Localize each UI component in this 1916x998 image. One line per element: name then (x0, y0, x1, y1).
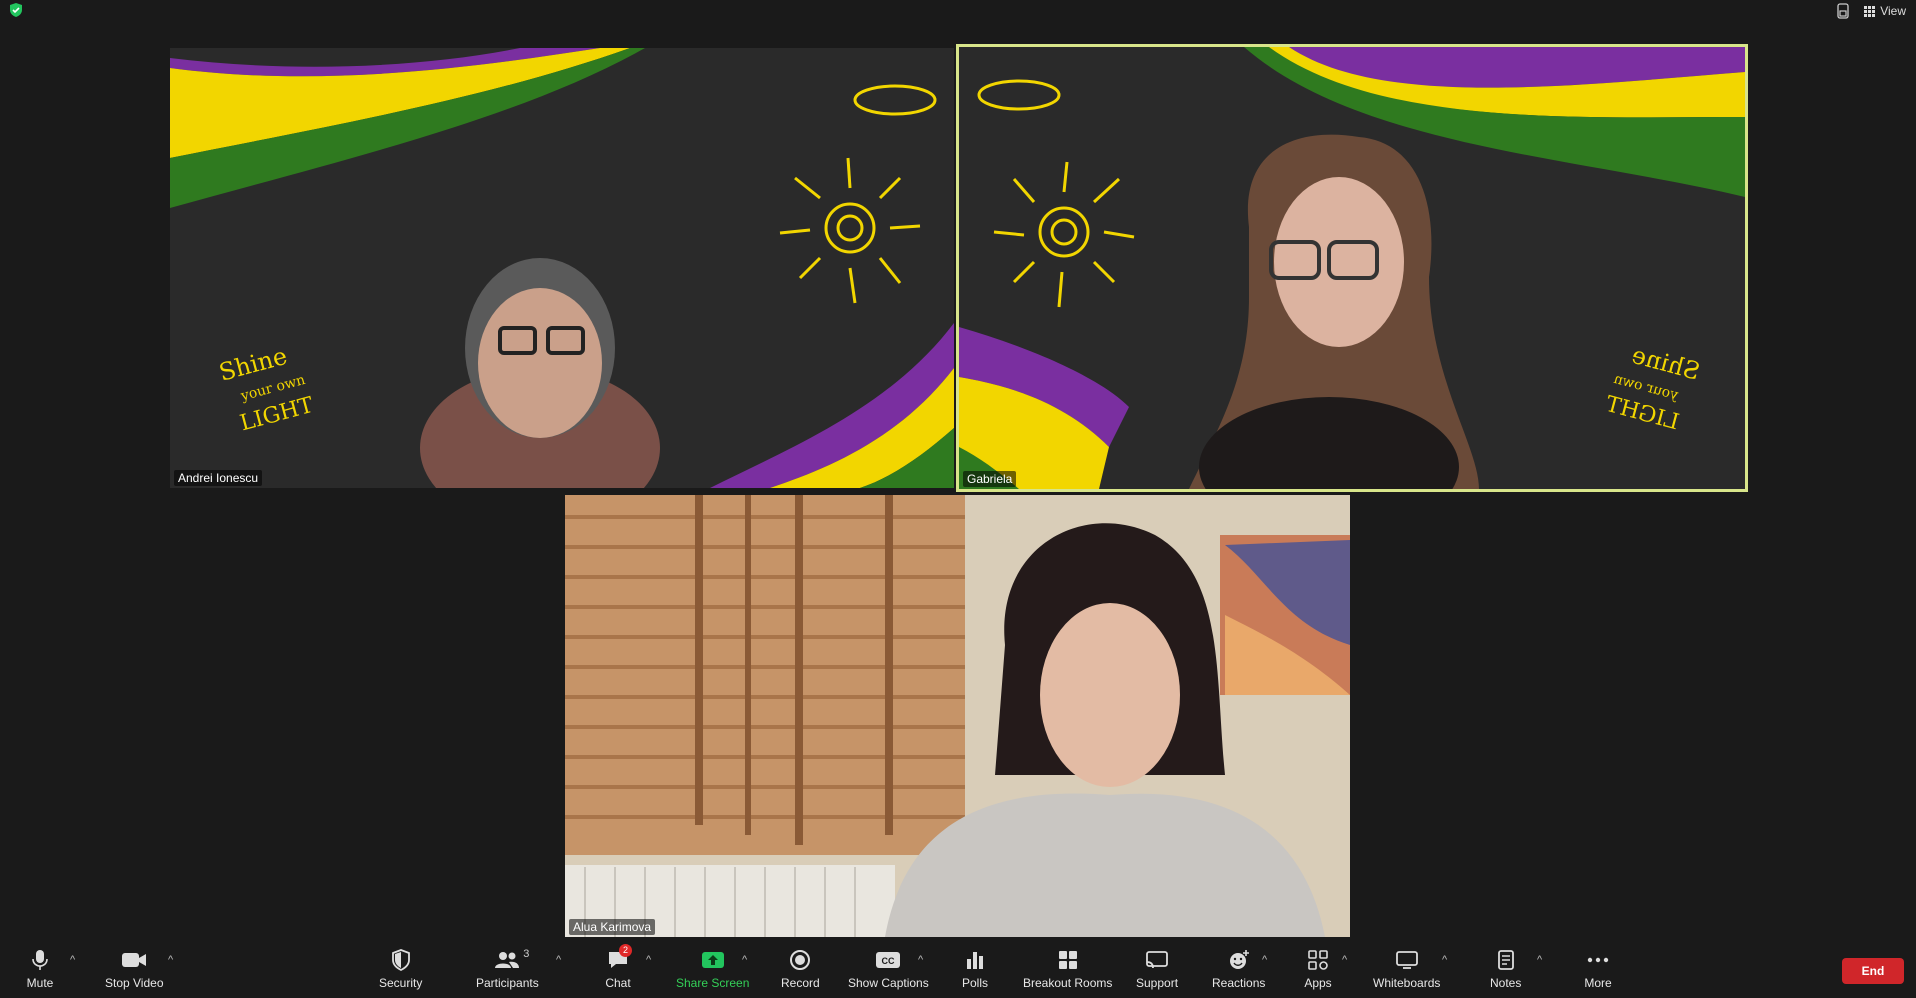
reactions-label: Reactions (1212, 976, 1266, 990)
notes-icon (1497, 950, 1514, 970)
participants-label: Participants (476, 976, 539, 990)
view-label: View (1880, 4, 1906, 18)
whiteboards-label: Whiteboards (1373, 976, 1441, 990)
notes-options-chevron-up-icon[interactable]: ^ (1537, 954, 1542, 966)
mute-button[interactable]: Mute (26, 948, 54, 990)
whiteboard-icon (1395, 951, 1418, 969)
stop-video-button[interactable]: Stop Video (105, 948, 164, 990)
whiteboards-options-chevron-up-icon[interactable]: ^ (1442, 954, 1447, 966)
chat-unread-badge: 2 (619, 944, 632, 957)
grid-view-icon (1864, 5, 1876, 17)
participants-button[interactable]: 3 Participants (476, 948, 539, 990)
video-tile-alua[interactable]: Alua Karimova (565, 495, 1350, 937)
closed-captions-icon: CC (876, 952, 901, 968)
apps-button[interactable]: Apps (1304, 948, 1332, 990)
audio-options-chevron-up-icon[interactable]: ^ (70, 954, 75, 966)
record-icon (790, 950, 811, 970)
notes-button[interactable]: Notes (1490, 948, 1521, 990)
support-label: Support (1136, 976, 1179, 990)
record-label: Record (781, 976, 820, 990)
video-tile-gabriela[interactable]: Shine your own LIGHT Gabriela (956, 44, 1748, 492)
top-bar: View (0, 0, 1916, 22)
bar-chart-icon (967, 952, 983, 969)
more-label: More (1584, 976, 1612, 990)
video-feed: Shine your own LIGHT (959, 47, 1745, 489)
security-label: Security (379, 976, 423, 990)
share-options-chevron-up-icon[interactable]: ^ (742, 954, 747, 966)
polls-button[interactable]: Polls (961, 948, 989, 990)
apps-label: Apps (1304, 976, 1332, 990)
shield-icon (391, 949, 410, 971)
show-captions-label: Show Captions (848, 976, 929, 990)
video-options-chevron-up-icon[interactable]: ^ (168, 954, 173, 966)
svg-text:CC: CC (882, 956, 895, 966)
security-button[interactable]: Security (379, 948, 422, 990)
more-button[interactable]: More (1584, 948, 1612, 990)
participant-name-label: Gabriela (963, 471, 1017, 487)
encryption-shield-icon[interactable] (8, 2, 24, 18)
chat-label: Chat (605, 976, 631, 990)
stop-video-label: Stop Video (105, 976, 164, 990)
chat-options-chevron-up-icon[interactable]: ^ (646, 954, 651, 966)
more-dots-icon (1587, 957, 1609, 963)
support-cast-icon (1146, 951, 1168, 969)
share-screen-icon (701, 952, 724, 968)
view-button[interactable]: View (1864, 4, 1906, 18)
participants-options-chevron-up-icon[interactable]: ^ (556, 954, 561, 966)
chat-button[interactable]: 2 Chat (604, 944, 632, 990)
end-meeting-button[interactable]: End (1842, 958, 1904, 984)
record-button[interactable]: Record (781, 948, 820, 990)
breakout-rooms-label: Breakout Rooms (1023, 976, 1113, 990)
share-screen-button[interactable]: Share Screen (676, 948, 749, 990)
share-screen-label: Share Screen (676, 976, 750, 990)
apps-options-chevron-up-icon[interactable]: ^ (1342, 954, 1347, 966)
video-camera-icon (122, 953, 147, 967)
support-button[interactable]: Support (1136, 948, 1178, 990)
polls-label: Polls (961, 976, 988, 990)
mute-label: Mute (26, 976, 54, 990)
reactions-button[interactable]: Reactions (1212, 948, 1265, 990)
show-captions-button[interactable]: CC Show Captions (848, 948, 929, 990)
apps-icon (1308, 950, 1328, 970)
participant-name-label: Alua Karimova (569, 919, 656, 935)
reactions-options-chevron-up-icon[interactable]: ^ (1262, 954, 1267, 966)
minimize-window-icon[interactable] (1836, 2, 1850, 20)
captions-options-chevron-up-icon[interactable]: ^ (918, 954, 923, 966)
smiley-plus-icon (1229, 950, 1249, 969)
video-feed: Shine your own LIGHT (170, 48, 954, 488)
video-tile-andrei[interactable]: Shine your own LIGHT Andrei Ionescu (170, 48, 954, 488)
whiteboards-button[interactable]: Whiteboards (1373, 948, 1440, 990)
breakout-rooms-icon (1058, 951, 1077, 969)
meeting-toolbar: Mute ^ Stop Video ^ Security 3 Participa… (0, 942, 1916, 998)
participants-icon (495, 952, 520, 968)
breakout-rooms-button[interactable]: Breakout Rooms (1023, 948, 1112, 990)
notes-label: Notes (1490, 976, 1522, 990)
video-feed (565, 495, 1350, 937)
microphone-icon (32, 950, 48, 970)
participant-name-label: Andrei Ionescu (174, 470, 263, 486)
participants-count: 3 (523, 948, 530, 960)
